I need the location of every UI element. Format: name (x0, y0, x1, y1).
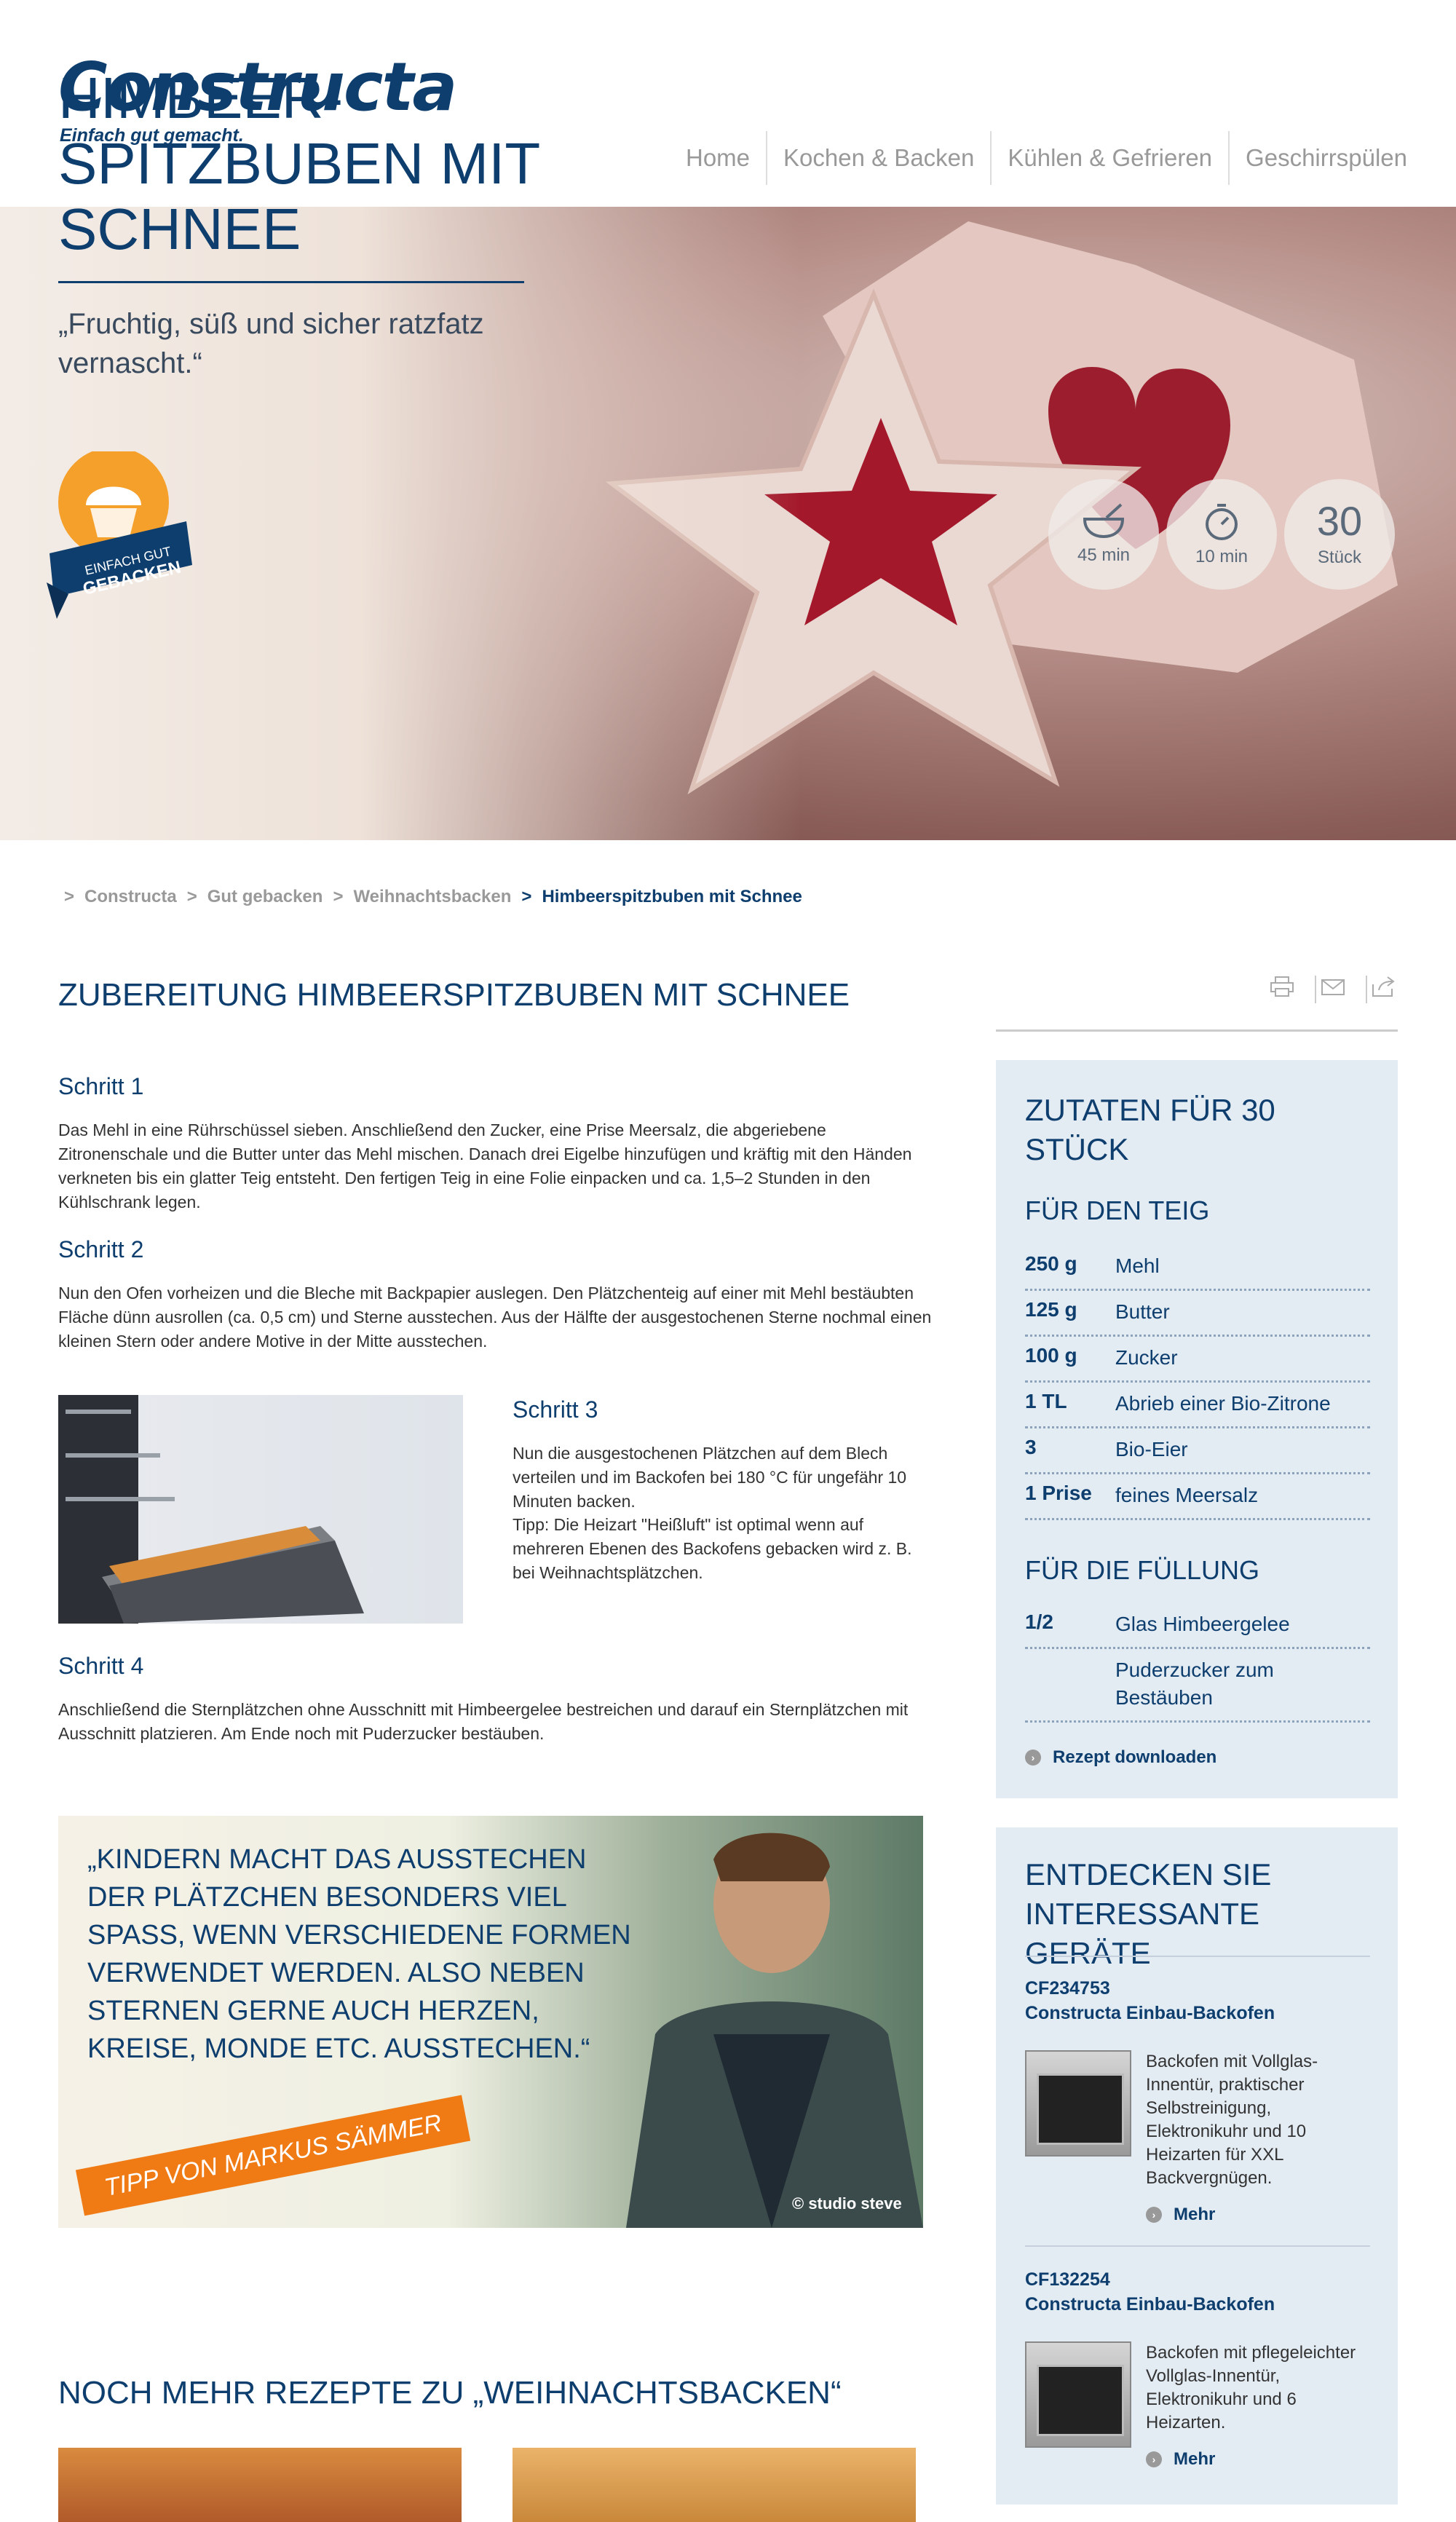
ingredient-qty (1025, 1656, 1115, 1712)
ingredient-name: Zucker (1115, 1346, 1178, 1369)
devices-divider (1025, 1956, 1370, 1957)
breadcrumb-current: Himbeerspitzbuben mit Schnee (542, 887, 802, 906)
devices-divider (1025, 2245, 1370, 2247)
arrow-right-icon: › (1146, 2451, 1162, 2467)
filling-list: 1/2 Glas Himbeergelee Puderzucker zum Bes… (1025, 1603, 1370, 1723)
nav-kuehlen-gefrieren[interactable]: Kühlen & Gefrieren (990, 131, 1228, 185)
breadcrumb-weihnachtsbacken[interactable]: Weihnachtsbacken (353, 887, 511, 907)
step-3-text: Nun die ausgestochenen Plätzchen auf dem… (513, 1444, 907, 1511)
stopwatch-icon (1206, 504, 1238, 540)
device-2-desc: Backofen mit pflegeleichter Vollglas-Inn… (1146, 2343, 1356, 2432)
ingredient-name: Mehl (1115, 1254, 1160, 1277)
ingredient-qty: 125 g (1025, 1298, 1077, 1321)
devices-panel: ENTDECKEN SIE INTERESSANTE GERÄTE CF2347… (996, 1827, 1398, 2505)
main-nav: Home Kochen & Backen Kühlen & Gefrieren … (670, 131, 1423, 185)
ingredient-row: 125 g Butter (1025, 1291, 1370, 1337)
device-1-id[interactable]: CF234753 (1025, 1976, 1110, 2001)
dough-subtitle: FÜR DEN TEIG (1025, 1195, 1210, 1225)
device-1-more-link[interactable]: › Mehr (1146, 2205, 1215, 2225)
preparation-heading: ZUBEREITUNG HIMBEERSPITZBUBEN MIT SCHNEE (58, 977, 850, 1013)
oven-photo (58, 1395, 463, 1624)
ingredient-name: Abrieb einer Bio-Zitrone (1115, 1392, 1331, 1415)
ingredient-qty: 100 g (1025, 1344, 1077, 1367)
ingredient-name: feines Meersalz (1115, 1484, 1259, 1506)
share-icon[interactable] (1366, 976, 1401, 1003)
step-3-title: Schritt 3 (513, 1396, 598, 1423)
yield-label: Stück (1317, 548, 1362, 567)
ingredients-title: ZUTATEN FÜR 30 STÜCK (1025, 1093, 1275, 1166)
download-recipe-link[interactable]: › Rezept downloaden (1025, 1747, 1216, 1768)
dough-list: 250 g Mehl 125 g Butter 100 g Zucker 1 TL Ab… (1025, 1245, 1370, 1520)
breadcrumb-gut-gebacken[interactable]: Gut gebacken (207, 887, 323, 907)
ingredient-name: Bio-Eier (1115, 1438, 1188, 1460)
yield-count: 30 (1316, 498, 1363, 544)
bowl-icon (1083, 503, 1125, 539)
download-recipe-label: Rezept downloaden (1053, 1747, 1217, 1767)
ingredient-row: 1 Prise feines Meersalz (1025, 1474, 1370, 1520)
photo-copyright: © studio steve (792, 2194, 902, 2213)
breadcrumb-constructa[interactable]: Constructa (84, 887, 177, 907)
breadcrumb: > Constructa > Gut gebacken > Weihnachts… (64, 887, 802, 907)
nav-home[interactable]: Home (670, 131, 766, 185)
prep-time-label: 45 min (1077, 545, 1131, 565)
tip-quote: „KINDERN MACHT DAS AUSSTECHEN DER PLÄTZC… (87, 1844, 631, 2064)
step-1-title: Schritt 1 (58, 1073, 144, 1099)
mail-icon[interactable] (1315, 976, 1350, 1003)
step-4-title: Schritt 4 (58, 1653, 144, 1679)
ingredient-row: 1 TL Abrieb einer Bio-Zitrone (1025, 1383, 1370, 1428)
recipe-title: HIMBEER-SPITZBUBEN MIT SCHNEE (58, 66, 539, 261)
einfach-gut-gebacken-badge: EINFACH GUT GEBACKEN (47, 447, 192, 619)
chevron-right-icon: > (333, 887, 344, 906)
recipe-quote: „Fruchtig, süß und sicher ratzfatz verna… (58, 308, 484, 379)
step-4-text: Anschließend die Sternplätzchen ohne Aus… (58, 1700, 909, 1743)
more-label: Mehr (1174, 2205, 1216, 2224)
more-label: Mehr (1174, 2449, 1216, 2469)
ingredient-qty: 1/2 (1025, 1610, 1053, 1633)
bake-time-badge: 10 min (1166, 479, 1277, 590)
title-divider (58, 281, 524, 283)
device-2-image[interactable] (1025, 2341, 1131, 2448)
share-tools (1265, 976, 1401, 1003)
ingredient-qty: 3 (1025, 1436, 1037, 1458)
yield-badge: 30 Stück (1284, 479, 1395, 590)
tools-divider (996, 1029, 1398, 1032)
ingredient-name: Glas Himbeergelee (1115, 1613, 1290, 1635)
recipe-teaser-1[interactable] (58, 2448, 462, 2522)
device-1-name[interactable]: Constructa Einbau-Backofen (1025, 2001, 1275, 2025)
step-2-title: Schritt 2 (58, 1236, 144, 1262)
step-3-tip: Tipp: Die Heizart "Heißluft" ist optimal… (513, 1515, 912, 1582)
chevron-right-icon: > (521, 887, 532, 906)
arrow-right-icon: › (1146, 2207, 1162, 2223)
more-recipes-heading: NOCH MEHR REZEPTE ZU „WEIHNACHTSBACKEN“ (58, 2375, 842, 2411)
ingredient-qty: 250 g (1025, 1252, 1077, 1275)
ingredient-row: 3 Bio-Eier (1025, 1428, 1370, 1474)
ingredient-qty: 1 TL (1025, 1390, 1067, 1412)
device-1-desc: Backofen mit Vollglas-Innentür, praktisc… (1146, 2052, 1318, 2188)
nav-kochen-backen[interactable]: Kochen & Backen (766, 131, 990, 185)
device-2-id[interactable]: CF132254 (1025, 2267, 1110, 2292)
step-1-text: Das Mehl in eine Rührschüssel sieben. An… (58, 1120, 912, 1211)
device-2-more-link[interactable]: › Mehr (1146, 2449, 1215, 2470)
chevron-right-icon: > (64, 887, 75, 906)
device-2-name[interactable]: Constructa Einbau-Backofen (1025, 2292, 1275, 2317)
bake-time-label: 10 min (1195, 547, 1249, 566)
ingredient-row: 100 g Zucker (1025, 1337, 1370, 1383)
ingredient-row: Puderzucker zum Bestäuben (1025, 1649, 1370, 1723)
chevron-right-icon: > (186, 887, 197, 906)
recipe-teaser-2[interactable] (513, 2448, 916, 2522)
ingredient-qty: 1 Prise (1025, 1482, 1092, 1504)
print-icon[interactable] (1265, 976, 1299, 1003)
ingredient-name: Butter (1115, 1300, 1170, 1323)
arrow-right-icon: › (1025, 1750, 1041, 1766)
ingredients-panel: ZUTATEN FÜR 30 STÜCK FÜR DEN TEIG 250 g M… (996, 1060, 1398, 1798)
device-1-image[interactable] (1025, 2050, 1131, 2157)
ingredient-name: Puderzucker zum Bestäuben (1115, 1659, 1274, 1709)
ingredient-row: 250 g Mehl (1025, 1245, 1370, 1291)
nav-geschirrspuelen[interactable]: Geschirrspülen (1228, 131, 1423, 185)
filling-subtitle: FÜR DIE FÜLLUNG (1025, 1555, 1260, 1585)
step-2-text: Nun den Ofen vorheizen und die Bleche mi… (58, 1284, 932, 1351)
prep-time-badge: 45 min (1048, 479, 1159, 590)
ingredient-row: 1/2 Glas Himbeergelee (1025, 1603, 1370, 1649)
